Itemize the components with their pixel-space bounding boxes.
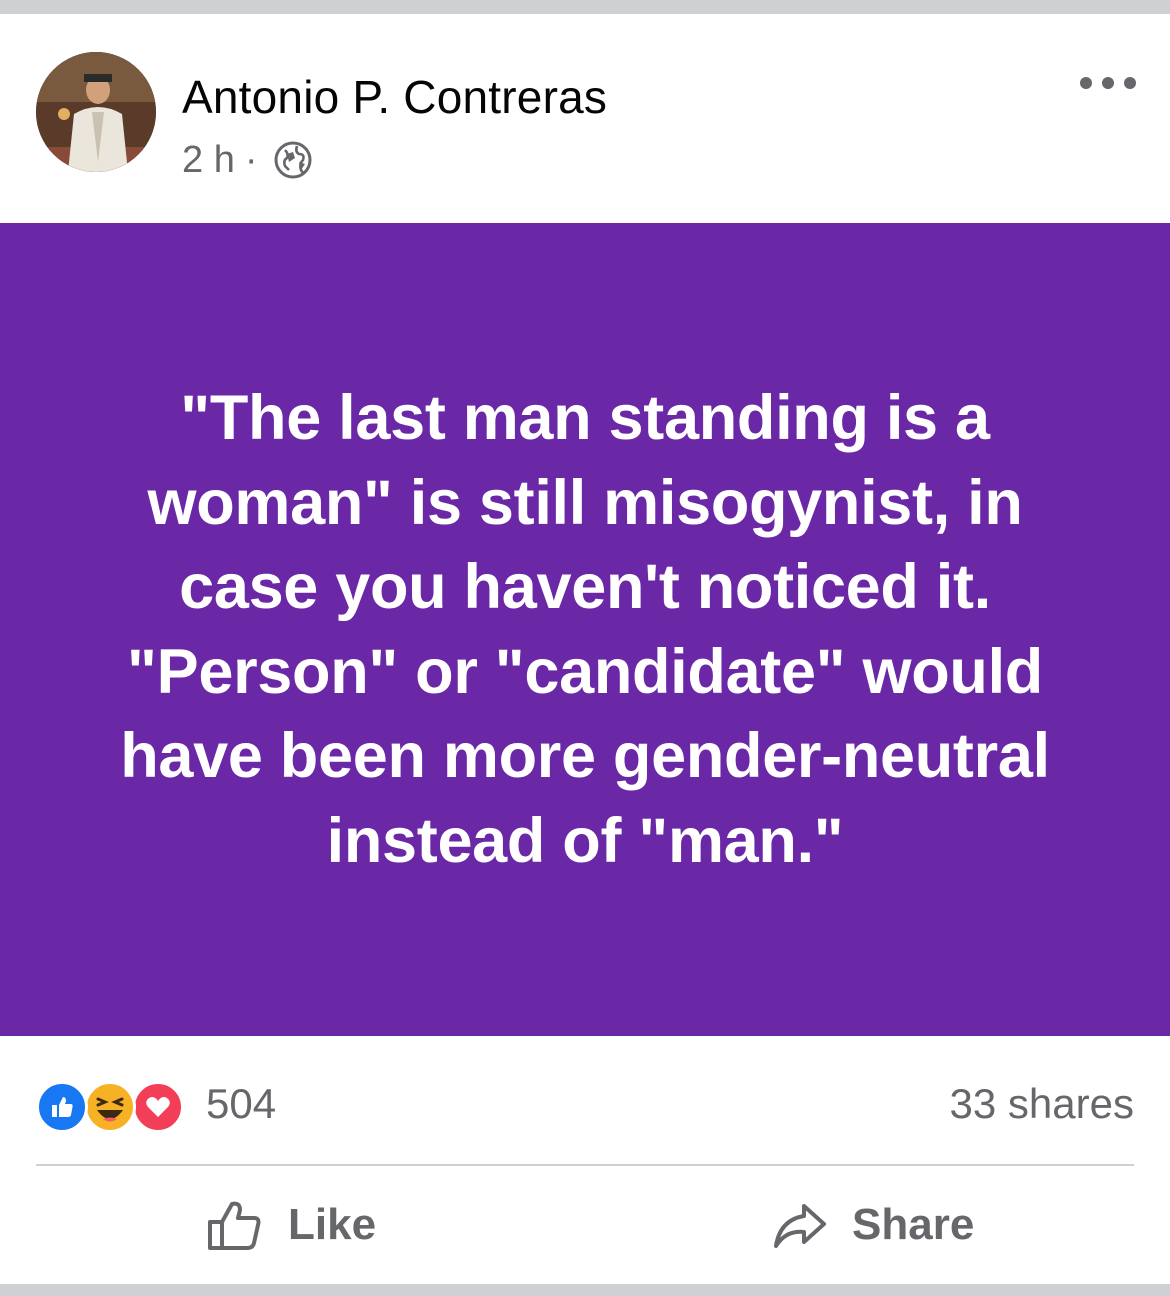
author-name[interactable]: Antonio P. Contreras	[182, 70, 607, 124]
post-header: Antonio P. Contreras 2 h ·	[0, 14, 1170, 223]
reaction-icons[interactable]	[36, 1081, 184, 1133]
globe-icon	[274, 141, 312, 179]
share-button[interactable]: Share	[772, 1166, 974, 1284]
love-reaction-icon	[132, 1081, 184, 1133]
share-arrow-icon	[774, 1204, 826, 1248]
thumbs-up-icon	[208, 1201, 261, 1250]
reaction-count[interactable]: 504	[206, 1080, 276, 1128]
post-background-card: "The last man standing is a woman" is st…	[0, 223, 1170, 1036]
like-button[interactable]: Like	[206, 1166, 376, 1284]
like-reaction-icon	[36, 1081, 88, 1133]
bottom-separator	[0, 1284, 1170, 1296]
post-actions: Like Share	[0, 1166, 1170, 1284]
avatar[interactable]	[36, 52, 156, 172]
top-separator	[0, 0, 1170, 14]
reactions-summary: 504 33 shares	[0, 1036, 1170, 1164]
share-label: Share	[852, 1200, 975, 1249]
post-meta: 2 h ·	[182, 138, 313, 182]
more-options-button[interactable]	[1080, 68, 1136, 98]
meta-separator: ·	[244, 138, 258, 181]
haha-reaction-icon	[84, 1081, 136, 1133]
share-count[interactable]: 33 shares	[950, 1080, 1134, 1128]
post-text: "The last man standing is a woman" is st…	[120, 383, 1050, 876]
like-label: Like	[288, 1200, 377, 1249]
more-options-icon	[1080, 77, 1092, 89]
post-time[interactable]: 2 h	[182, 139, 235, 182]
